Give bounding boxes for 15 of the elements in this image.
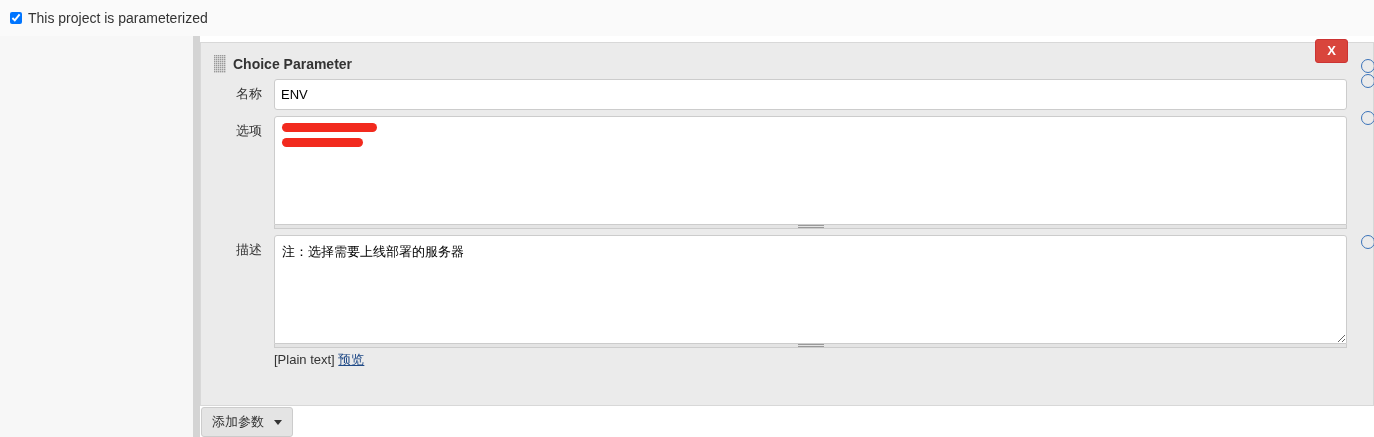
format-label: [Plain text] bbox=[274, 352, 335, 367]
parameterized-checkbox[interactable] bbox=[10, 12, 22, 24]
parameter-title: Choice Parameter bbox=[233, 54, 353, 74]
field-label: 选项 bbox=[235, 122, 263, 140]
field-label: 描述 bbox=[235, 241, 263, 259]
caret-icon bbox=[274, 419, 282, 425]
preview-link[interactable]: 预览 bbox=[338, 352, 365, 367]
description-field[interactable]: 注：选择需要上线部署的服务器 bbox=[274, 235, 1347, 344]
field-label: 名称 bbox=[235, 85, 263, 103]
parameterized-label: This project is parameterized bbox=[28, 8, 208, 28]
delete-button[interactable]: X bbox=[1315, 39, 1348, 63]
add-parameter-button[interactable]: 添加参数 bbox=[201, 407, 293, 437]
name-field[interactable]: ENV bbox=[274, 79, 1347, 110]
options-field[interactable] bbox=[274, 116, 1347, 225]
drag-handle-icon[interactable] bbox=[213, 55, 227, 73]
